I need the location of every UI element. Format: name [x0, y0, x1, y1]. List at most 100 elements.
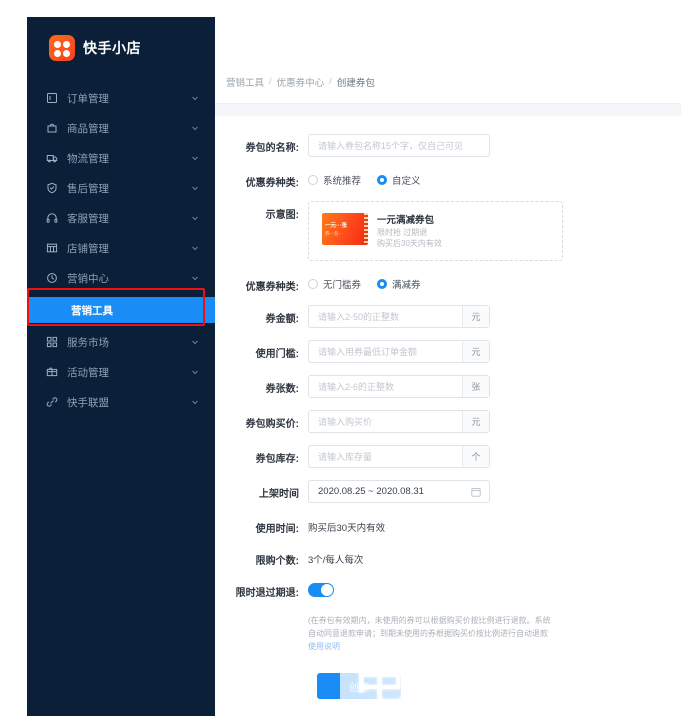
- activity-icon: [45, 366, 58, 379]
- name-label: 券包的名称:: [245, 143, 299, 154]
- order-icon: [45, 92, 58, 105]
- service-market-icon: [45, 336, 58, 349]
- chevron-down-icon[interactable]: [190, 274, 199, 283]
- preview-sub2: 购买后30天内有效: [377, 239, 442, 248]
- sidebar-nav: 订单管理 商品管理 物流管理 售后管理 客服管理 店铺管理 营销中心 营销工具 …: [27, 81, 215, 417]
- breadcrumb-level3: 创建券包: [336, 77, 375, 89]
- threshold-input[interactable]: 请输入用券最低订单金额 元: [308, 340, 490, 363]
- price-input-placeholder: 请输入购买价: [318, 417, 373, 427]
- sidebar-item-label: 订单管理: [67, 92, 109, 105]
- chevron-down-icon[interactable]: [190, 154, 199, 163]
- amount-input[interactable]: 请输入2-50的正整数 元: [308, 305, 490, 328]
- sidebar-item-aftersale[interactable]: 售后管理: [27, 173, 215, 203]
- form-row-online-time: 上架时间 2020.08.25 ~ 2020.08.31: [215, 480, 681, 503]
- radio-dot-icon: [308, 175, 318, 185]
- price-unit: 元: [462, 411, 489, 432]
- refund-toggle[interactable]: [308, 583, 334, 597]
- chevron-down-icon[interactable]: [190, 368, 199, 377]
- breadcrumb-level1[interactable]: 营销工具: [226, 75, 264, 89]
- form-row-threshold: 使用门槛: 请输入用券最低订单金额 元: [215, 340, 681, 363]
- threshold-label: 使用门槛:: [255, 349, 299, 360]
- price-label: 券包购买价:: [245, 419, 299, 430]
- online-time-value: 2020.08.25 ~ 2020.08.31: [318, 486, 424, 497]
- count-input[interactable]: 请输入2-6的正整数 张: [308, 375, 490, 398]
- breadcrumb: 营销工具 / 优惠券中心 / 创建券包: [215, 60, 681, 104]
- radio-label: 自定义: [392, 176, 421, 187]
- chevron-down-icon[interactable]: [190, 124, 199, 133]
- online-time-range-picker[interactable]: 2020.08.25 ~ 2020.08.31: [308, 480, 490, 503]
- amount-input-placeholder: 请输入2-50的正整数: [318, 312, 400, 322]
- radio-label: 满减券: [392, 280, 421, 291]
- coupon-kind-label: 优惠券种类:: [245, 178, 299, 189]
- sidebar-item-label: 商品管理: [67, 122, 109, 135]
- sidebar-item-orders[interactable]: 订单管理: [27, 83, 215, 113]
- sidebar-item-service-market[interactable]: 服务市场: [27, 327, 215, 357]
- sidebar-item-marketing-center[interactable]: 营销中心: [27, 263, 215, 293]
- screenshot-root: 快手小店 订单管理 商品管理 物流管理 售后管理 客服管理 店铺管理 营销中心 …: [0, 0, 681, 716]
- chevron-down-icon[interactable]: [190, 214, 199, 223]
- sidebar-item-alliance[interactable]: 快手联盟: [27, 387, 215, 417]
- ticket-line2: 券···包···: [325, 230, 343, 236]
- brand: 快手小店: [27, 17, 215, 81]
- preview-label: 示意图:: [265, 210, 299, 221]
- breadcrumb-separator: /: [269, 76, 272, 87]
- refund-help-body: (在券包有效期内，未使用的券可以根据购买价按比例进行退款。系统自动同意退款申请；…: [308, 616, 551, 638]
- sidebar-item-goods[interactable]: 商品管理: [27, 113, 215, 143]
- name-input[interactable]: 请输入券包名称15个字，仅自己可见: [308, 134, 490, 157]
- sidebar-item-customer-service[interactable]: 客服管理: [27, 203, 215, 233]
- goods-icon: [45, 122, 58, 135]
- sidebar-item-activity[interactable]: 活动管理: [27, 357, 215, 387]
- sidebar-item-label: 物流管理: [67, 152, 109, 165]
- form-row-refund: 限时退过期退:: [215, 579, 681, 599]
- stock-label: 券包库存:: [255, 454, 299, 465]
- amount-label: 券金额:: [265, 314, 299, 325]
- preview-box: 一元···张 券···包··· 一元满减券包 限时抢 过期退 购买后30天内有效: [308, 201, 563, 261]
- refund-help-link[interactable]: 使用说明: [308, 642, 340, 651]
- price-input[interactable]: 请输入购买价 元: [308, 410, 490, 433]
- chevron-down-icon[interactable]: [190, 94, 199, 103]
- purchase-limit-value: 3个/每人每次: [308, 555, 364, 566]
- kuaishou-logo-icon: [49, 35, 75, 61]
- radio-no-threshold[interactable]: 无门槛券: [308, 277, 361, 291]
- marketing-icon: [45, 272, 58, 285]
- preview-sub1: 限时抢 过期退: [377, 228, 428, 237]
- radio-label: 系统推荐: [323, 176, 362, 187]
- create-button[interactable]: 创建: [317, 673, 401, 699]
- chevron-down-icon[interactable]: [190, 338, 199, 347]
- radio-system-recommend[interactable]: 系统推荐: [308, 173, 361, 187]
- calendar-icon[interactable]: [471, 487, 481, 497]
- coupon-type-label: 优惠券种类:: [245, 282, 299, 293]
- chevron-down-icon[interactable]: [190, 184, 199, 193]
- form-row-amount: 券金额: 请输入2-50的正整数 元: [215, 305, 681, 328]
- chevron-down-icon[interactable]: [190, 244, 199, 253]
- sidebar-item-label: 营销中心: [67, 272, 109, 285]
- sidebar-item-marketing-tools[interactable]: 营销工具: [27, 297, 215, 323]
- form-row-stock: 券包库存: 请输入库存量 个: [215, 445, 681, 468]
- breadcrumb-separator: /: [329, 76, 332, 87]
- refund-help-text: (在券包有效期内，未使用的券可以根据购买价按比例进行退款。系统自动同意退款申请；…: [308, 611, 558, 653]
- create-coupon-package-form: 券包的名称: 请输入券包名称15个字，仅自己可见 优惠券种类: 系统推荐 自定义…: [215, 116, 681, 699]
- form-row-purchase-limit: 限购个数: 3个/每人每次: [215, 547, 681, 567]
- content-divider: [215, 104, 681, 116]
- coupon-kind-radio-group: 系统推荐 自定义: [308, 169, 681, 187]
- radio-custom[interactable]: 自定义: [377, 173, 421, 187]
- stock-input[interactable]: 请输入库存量 个: [308, 445, 490, 468]
- chevron-down-icon[interactable]: [190, 398, 199, 407]
- sidebar-item-label: 客服管理: [67, 212, 109, 225]
- sidebar-item-label: 售后管理: [67, 182, 109, 195]
- threshold-input-placeholder: 请输入用券最低订单金额: [318, 347, 418, 357]
- headset-icon: [45, 212, 58, 225]
- brand-name: 快手小店: [83, 40, 141, 56]
- purchase-limit-label: 限购个数:: [255, 556, 299, 567]
- count-unit: 张: [462, 376, 489, 397]
- stock-unit: 个: [462, 446, 489, 467]
- coupon-type-radio-group: 无门槛券 满减券: [308, 273, 681, 291]
- sidebar-item-label: 快手联盟: [67, 396, 109, 409]
- sidebar-item-logistics[interactable]: 物流管理: [27, 143, 215, 173]
- sidebar-item-shop[interactable]: 店铺管理: [27, 233, 215, 263]
- radio-discount[interactable]: 满减券: [377, 277, 421, 291]
- radio-dot-icon: [377, 175, 388, 185]
- threshold-unit: 元: [462, 341, 489, 362]
- coupon-ticket-icon: 一元···张 券···包···: [322, 213, 368, 245]
- breadcrumb-level2[interactable]: 优惠券中心: [277, 75, 325, 89]
